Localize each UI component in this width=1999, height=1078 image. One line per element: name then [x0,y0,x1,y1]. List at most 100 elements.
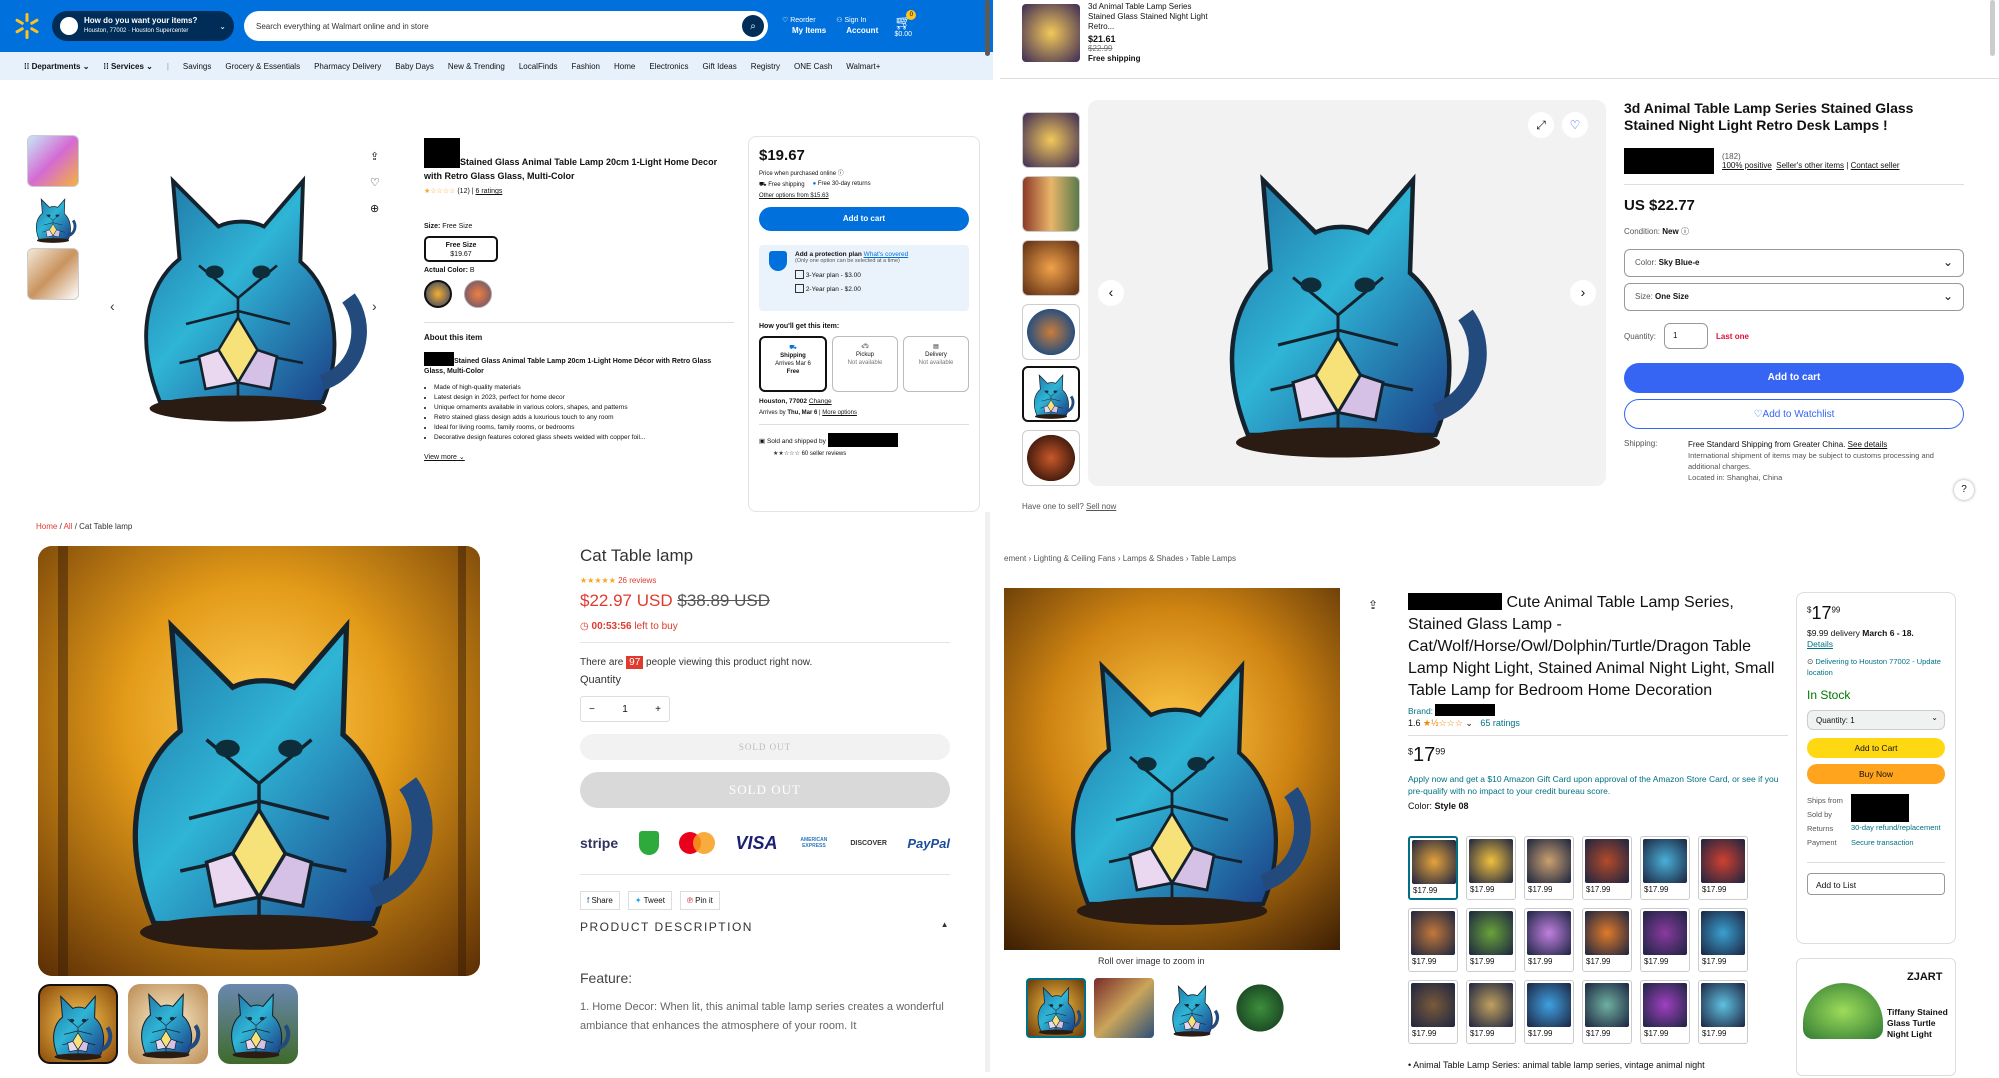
breadcrumb-home[interactable]: Home [36,522,57,531]
style-swatch[interactable]: $17.99 [1408,836,1458,900]
sticky-thumbnail[interactable] [1022,4,1080,62]
reorder-link[interactable]: ♡ Reorder My Items [782,16,826,37]
tweet-button[interactable]: ✦ Tweet [627,891,672,910]
plan-checkbox[interactable] [795,284,804,293]
details-link[interactable]: Details [1807,639,1833,649]
see-details-link[interactable]: See details [1848,440,1888,449]
product-thumbnail[interactable] [1022,240,1080,296]
view-more-link[interactable]: View more ⌄ [424,453,734,461]
scrollbar[interactable] [985,512,990,1072]
style-swatch[interactable]: $17.99 [1698,980,1748,1044]
style-swatch[interactable]: $17.99 [1698,836,1748,900]
style-swatch[interactable]: $17.99 [1466,836,1516,900]
returns-link[interactable]: 30-day refund/replacement [1851,822,1945,836]
add-to-cart-button[interactable]: Add to cart [759,207,969,231]
ratings-link[interactable]: 65 ratings [1480,718,1520,728]
info-icon[interactable]: ⓘ [838,171,844,177]
nav-item[interactable]: ONE Cash [794,62,832,71]
delivery-option[interactable]: ▤ Delivery Not available [903,336,969,392]
star-rating[interactable]: ★½☆☆☆ [1423,718,1463,728]
info-icon[interactable]: ⓘ [1681,227,1689,236]
carousel-next-button[interactable]: › [1570,280,1596,306]
nav-item[interactable]: Gift Ideas [702,62,736,71]
positive-feedback-link[interactable]: 100% positive [1722,161,1772,170]
scrollbar[interactable] [985,0,990,56]
sold-out-button[interactable]: SOLD OUT [580,772,950,808]
style-swatch[interactable]: $17.99 [1408,980,1458,1044]
style-swatch[interactable]: $17.99 [1466,980,1516,1044]
carousel-prev-button[interactable]: ‹ [110,298,115,314]
product-thumbnail[interactable] [1022,176,1080,232]
nav-item[interactable]: Registry [751,62,780,71]
quantity-input[interactable]: 1 [1664,323,1709,349]
contact-seller-link[interactable]: Contact seller [1851,161,1900,170]
pickup-option[interactable]: 🚗︎ Pickup Not available [832,336,898,392]
nav-item[interactable]: Walmart+ [846,62,880,71]
services-menu[interactable]: ⁞⁞ Services ⌄ [103,62,152,71]
breadcrumb-all[interactable]: All [64,522,73,531]
style-swatch[interactable]: $17.99 [1640,980,1690,1044]
expand-icon[interactable]: ⤢ [1528,112,1554,138]
product-main-image[interactable] [108,140,368,430]
nav-item[interactable]: Grocery & Essentials [225,62,300,71]
share-button[interactable]: f Share [580,891,620,910]
nav-item[interactable]: New & Trending [448,62,505,71]
product-thumbnail[interactable] [1230,978,1290,1038]
style-swatch[interactable]: $17.99 [1524,980,1574,1044]
ratings-link[interactable]: 6 ratings [476,188,503,195]
style-swatch[interactable]: $17.99 [1466,908,1516,972]
product-main-image[interactable] [1004,588,1340,950]
style-swatch[interactable]: $17.99 [1698,908,1748,972]
product-thumbnail-selected[interactable] [1022,366,1080,422]
help-button[interactable]: ? [1954,480,1974,500]
sell-now-link[interactable]: Sell now [1086,502,1116,511]
size-chip[interactable]: Free Size $19.67 [424,236,498,262]
plan-checkbox[interactable] [795,270,804,279]
add-to-cart-button[interactable]: Add to Cart [1807,738,1945,758]
zoom-icon[interactable]: ⊕ [370,202,379,215]
description-toggle[interactable]: PRODUCT DESCRIPTION ▲ [580,920,950,934]
style-swatch[interactable]: $17.99 [1408,908,1458,972]
nav-item[interactable]: Savings [183,62,211,71]
nav-item[interactable]: LocalFinds [519,62,558,71]
share-icon[interactable]: ⇪ [370,150,379,163]
add-to-watchlist-button[interactable]: ♡Add to Watchlist [1624,399,1964,429]
search-bar[interactable]: Search everything at Walmart online and … [244,11,768,41]
breadcrumb-item[interactable]: Lamps & Shades [1123,554,1184,563]
product-thumbnail[interactable] [1022,304,1080,360]
increment-button[interactable]: + [655,704,661,715]
sellers-items-link[interactable]: Seller's other items [1776,161,1844,170]
product-thumbnail[interactable] [27,248,79,300]
style-swatch[interactable]: $17.99 [1640,836,1690,900]
decrement-button[interactable]: − [589,704,595,715]
product-image-viewer[interactable]: ⤢ ♡ ‹ › [1088,100,1606,486]
change-zip-link[interactable]: Change [809,398,832,405]
style-swatch[interactable]: $17.99 [1524,836,1574,900]
search-input[interactable]: Search everything at Walmart online and … [256,22,742,31]
nav-item[interactable]: Electronics [649,62,688,71]
quantity-value[interactable]: 1 [622,704,628,715]
card-offer-link[interactable]: Apply now and get a $10 Amazon Gift Card… [1408,773,1788,797]
deliver-to-link[interactable]: Delivering to Houston 77002 - Update loc… [1807,657,1941,677]
breadcrumb-item[interactable]: ement [1004,554,1026,563]
departments-menu[interactable]: ⁞⁞ Departments ⌄ [24,62,89,71]
account-link[interactable]: ⚇ Sign In Account [836,16,878,37]
quantity-select[interactable]: Quantity: 1 ⌄ [1807,710,1945,730]
style-swatch[interactable]: $17.99 [1582,908,1632,972]
nav-item[interactable]: Home [614,62,635,71]
heart-icon[interactable]: ♡ [370,176,380,189]
watch-heart-icon[interactable]: ♡ [1562,112,1588,138]
nav-item[interactable]: Pharmacy Delivery [314,62,381,71]
add-to-cart-button[interactable]: Add to cart [1624,363,1964,393]
style-swatch[interactable]: $17.99 [1524,908,1574,972]
add-to-list-button[interactable]: Add to List [1807,873,1945,895]
style-swatch[interactable]: $17.99 [1582,980,1632,1044]
color-select[interactable]: Color: Sky Blue-e ⌄ [1624,249,1964,277]
reviews-link[interactable]: 26 reviews [618,576,656,585]
product-thumbnail[interactable] [128,984,208,1064]
shipping-option[interactable]: ⛟ Shipping Arrives Mar 6 Free [759,336,827,392]
nav-item[interactable]: Baby Days [395,62,434,71]
breadcrumb-item[interactable]: Table Lamps [1191,554,1236,563]
product-thumbnail-selected[interactable] [38,984,118,1064]
nav-item[interactable]: Fashion [572,62,600,71]
